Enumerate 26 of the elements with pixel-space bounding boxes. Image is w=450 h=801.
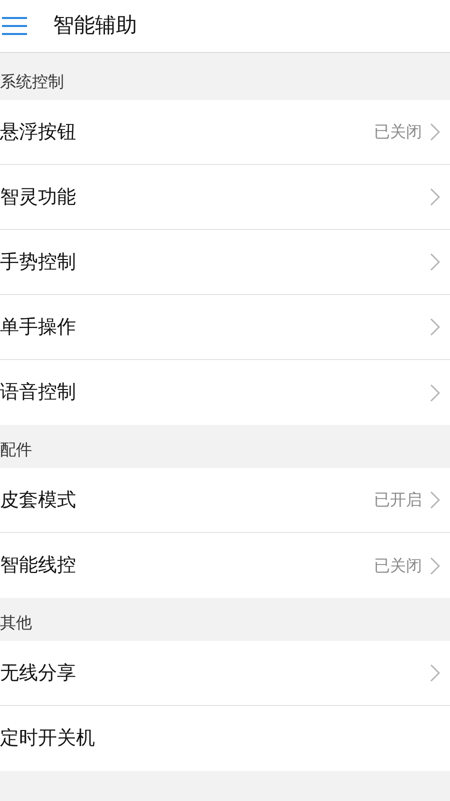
settings-row[interactable]: 定时开关机 <box>0 706 450 771</box>
settings-row[interactable]: 无线分享 <box>0 641 450 706</box>
row-label: 皮套模式 <box>0 488 77 513</box>
status-text: 已关闭 <box>374 121 422 143</box>
settings-row[interactable]: 手势控制 <box>0 230 450 295</box>
row-label: 语音控制 <box>0 380 77 406</box>
settings-row[interactable]: 智能线控 已关闭 <box>0 533 450 598</box>
section-header: 配件 <box>0 439 32 461</box>
settings-row[interactable]: 智灵功能 <box>0 165 450 230</box>
row-label: 单手操作 <box>0 314 77 340</box>
settings-row[interactable]: 悬浮按钮 已关闭 <box>0 100 450 165</box>
settings-row[interactable]: 单手操作 <box>0 295 450 360</box>
row-label: 手势控制 <box>0 250 77 275</box>
row-label: 悬浮按钮 <box>0 120 77 145</box>
row-label: 定时开关机 <box>0 726 96 752</box>
section-header: 其他 <box>0 612 32 634</box>
menu-icon[interactable] <box>2 16 27 36</box>
row-label: 智灵功能 <box>0 184 77 210</box>
status-text: 已开启 <box>374 489 422 511</box>
row-label: 无线分享 <box>0 660 77 686</box>
settings-row[interactable]: 语音控制 <box>0 360 450 425</box>
page-title: 智能辅助 <box>53 12 137 40</box>
status-text: 已关闭 <box>374 554 422 576</box>
section-header: 系统控制 <box>0 71 64 93</box>
row-label: 智能线控 <box>0 553 77 578</box>
settings-row[interactable]: 皮套模式 已开启 <box>0 468 450 533</box>
